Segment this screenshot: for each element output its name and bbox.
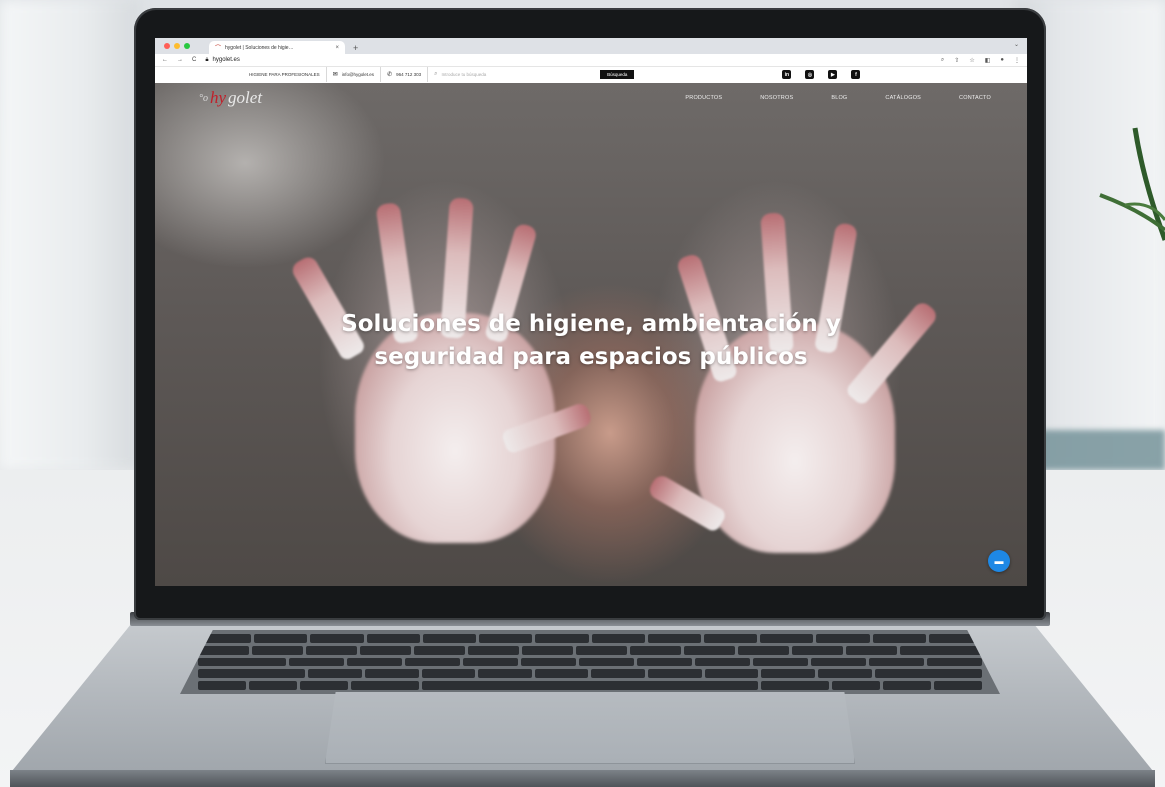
laptop-front-edge [10,770,1155,787]
plant-decoration [1099,127,1165,241]
logo-hy: hy [210,88,227,107]
back-arrow-icon[interactable]: ← [162,57,168,63]
logo-rest: golet [228,88,263,107]
hero-headline: Soluciones de higiene, ambientación y se… [155,308,1027,374]
forward-arrow-icon[interactable]: → [177,57,183,63]
trackpad [325,692,855,764]
new-tab-button[interactable]: + [353,43,358,53]
hero-section: °o hy golet PRODUCTOS NOSOTROS BLOG CATÁL… [155,83,1027,586]
chat-button[interactable]: ▬ [988,550,1010,572]
minimize-window-button[interactable] [174,43,180,49]
main-menu: PRODUCTOS NOSOTROS BLOG CATÁLOGOS CONTAC… [685,95,991,101]
nav-productos[interactable]: PRODUCTOS [685,95,722,101]
hero-headline-line1: Soluciones de higiene, ambientación y [341,311,841,337]
share-icon[interactable]: ⇧ [954,57,959,64]
window-controls [164,43,190,49]
tab-title: hygolet | Soluciones de higie… [225,44,294,51]
search-icon: ⌕ [434,71,438,77]
zoom-icon[interactable]: ⌕ [941,57,944,64]
bubbles-icon: °o [199,92,208,104]
lock-icon: 🔒︎ [205,56,209,63]
nav-nosotros[interactable]: NOSOTROS [760,95,793,101]
email-text: info@hygolet.es [341,72,375,77]
maximize-window-button[interactable] [184,43,190,49]
tab-search-chevron-icon[interactable]: ⌄ [1014,41,1019,48]
search-button[interactable]: Búsqueda [600,70,635,79]
facebook-icon[interactable]: f [851,70,861,79]
search-input[interactable]: ⌕ Introduce tu búsqueda [428,67,600,82]
hero-headline-line2: seguridad para espacios públicos [374,344,808,370]
phone-link[interactable]: ✆ 964 712 303 [381,67,429,82]
nav-contacto[interactable]: CONTACTO [959,95,991,101]
phone-icon: ✆ [387,72,393,78]
nav-blog[interactable]: BLOG [831,95,847,101]
background-window [0,0,140,470]
tagline-text: HIGIENE PARA PROFESIONALES [249,72,320,77]
side-panel-icon[interactable]: ◧ [985,57,991,64]
browser-toolbar: ⌕ ⇧ ☆ ◧ ● ⋮ [941,57,1020,64]
favicon-icon: ⌒ [215,46,222,52]
url-text: hygolet.es [212,57,240,63]
reload-icon[interactable]: C [192,57,196,63]
main-navbar: °o hy golet PRODUCTOS NOSOTROS BLOG CATÁL… [155,83,1027,113]
profile-icon[interactable]: ● [1000,57,1004,64]
url-field[interactable]: 🔒︎ hygolet.es [205,57,240,64]
instagram-icon[interactable]: ◎ [805,70,815,79]
email-link[interactable]: ✉ info@hygolet.es [327,67,382,82]
tab-close-icon[interactable]: × [335,45,339,51]
mail-icon: ✉ [332,72,338,78]
tagline: HIGIENE PARA PROFESIONALES [243,67,327,82]
chat-bubble-icon: ▬ [994,556,1004,566]
background-shelf [1025,430,1165,470]
close-window-button[interactable] [164,43,170,49]
search-placeholder: Introduce tu búsqueda [441,72,487,77]
menu-kebab-icon[interactable]: ⋮ [1014,57,1020,64]
tab-strip: ⌒ hygolet | Soluciones de higie… × + ⌄ [155,38,1027,54]
site-utility-bar: HIGIENE PARA PROFESIONALES ✉ info@hygole… [155,67,1027,82]
social-links: in ◎ ▶ f [782,70,861,79]
browser-window: ⌒ hygolet | Soluciones de higie… × + ⌄ ←… [155,38,1027,586]
browser-tab[interactable]: ⌒ hygolet | Soluciones de higie… × [209,41,345,54]
hygolet-logo[interactable]: °o hy golet [199,88,262,108]
phone-text: 964 712 303 [396,72,422,77]
nav-catalogos[interactable]: CATÁLOGOS [885,95,921,101]
linkedin-icon[interactable]: in [782,70,792,79]
address-bar: ← → C 🔒︎ hygolet.es ⌕ ⇧ ☆ ◧ ● ⋮ [155,54,1027,67]
bookmark-star-icon[interactable]: ☆ [969,57,974,64]
keyboard [180,630,1000,694]
youtube-icon[interactable]: ▶ [828,70,838,79]
